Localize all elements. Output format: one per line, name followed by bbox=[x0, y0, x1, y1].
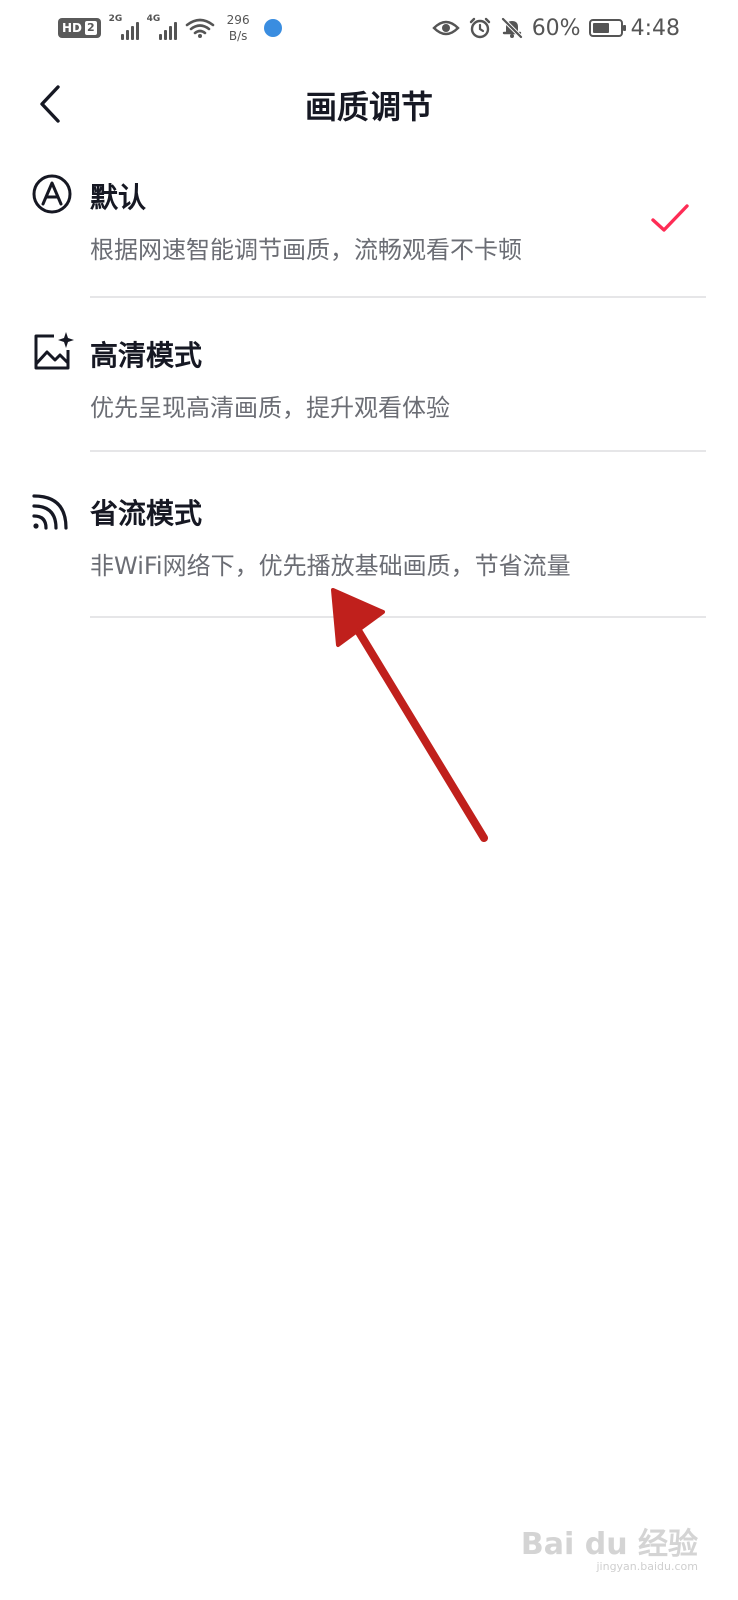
divider bbox=[90, 296, 706, 298]
watermark-url: jingyan.baidu.com bbox=[596, 1560, 698, 1573]
watermark-brand: Bai du 经验 bbox=[520, 1527, 698, 1562]
divider bbox=[90, 450, 706, 452]
battery-percent: 60% bbox=[531, 15, 581, 41]
hd-badge: HD 2 bbox=[58, 18, 101, 38]
divider bbox=[90, 616, 706, 618]
battery-level bbox=[592, 23, 609, 33]
status-bar-left: HD 2 2G 4G 296 B/s bbox=[58, 10, 282, 46]
eye-icon bbox=[431, 20, 460, 36]
option-hd-mode[interactable]: 高清模式 优先呈现高清画质，提升观看体验 bbox=[0, 318, 738, 456]
option-data-saver-mode[interactable]: 省流模式 非WiFi网络下，优先播放基础画质，节省流量 bbox=[0, 476, 738, 618]
status-bar: HD 2 2G 4G 296 B/s 60% 4:48 bbox=[0, 0, 738, 56]
clock-time: 4:48 bbox=[630, 15, 680, 41]
network-speed: 296 B/s bbox=[227, 12, 250, 44]
signal-4g-icon: 4G bbox=[146, 14, 177, 40]
alarm-icon bbox=[469, 17, 490, 39]
hd-label: HD bbox=[62, 21, 83, 35]
speed-value: 296 bbox=[226, 13, 250, 27]
signal-2g-icon: 2G bbox=[108, 14, 139, 40]
option-default[interactable]: 默认 根据网速智能调节画质，流畅观看不卡顿 bbox=[0, 160, 738, 298]
option-title: 默认 bbox=[90, 181, 147, 214]
page-title: 画质调节 bbox=[304, 88, 433, 126]
option-title: 高清模式 bbox=[90, 339, 203, 372]
sim-label: 2 bbox=[85, 21, 97, 35]
check-icon bbox=[651, 204, 689, 232]
wifi-icon bbox=[185, 18, 214, 38]
bell-off-icon bbox=[501, 17, 523, 39]
watermark: Bai du 经验 jingyan.baidu.com bbox=[521, 1530, 698, 1574]
network-type-2g: 2G bbox=[108, 14, 123, 24]
battery-icon bbox=[588, 19, 626, 37]
auto-a-icon bbox=[32, 174, 72, 214]
option-description: 优先呈现高清画质，提升观看体验 bbox=[90, 394, 450, 422]
option-title: 省流模式 bbox=[90, 497, 203, 530]
signal-waves-icon bbox=[32, 494, 68, 530]
status-bar-right: 60% 4:48 bbox=[431, 10, 680, 46]
option-description: 根据网速智能调节画质，流畅观看不卡顿 bbox=[90, 236, 522, 264]
option-description: 非WiFi网络下，优先播放基础画质，节省流量 bbox=[90, 552, 571, 580]
speed-unit: B/s bbox=[228, 29, 248, 43]
network-type-4g: 4G bbox=[146, 14, 161, 24]
nav-header: 画质调节 bbox=[0, 60, 738, 148]
image-sparkle-icon bbox=[34, 332, 74, 370]
app-globe-icon bbox=[263, 19, 282, 37]
